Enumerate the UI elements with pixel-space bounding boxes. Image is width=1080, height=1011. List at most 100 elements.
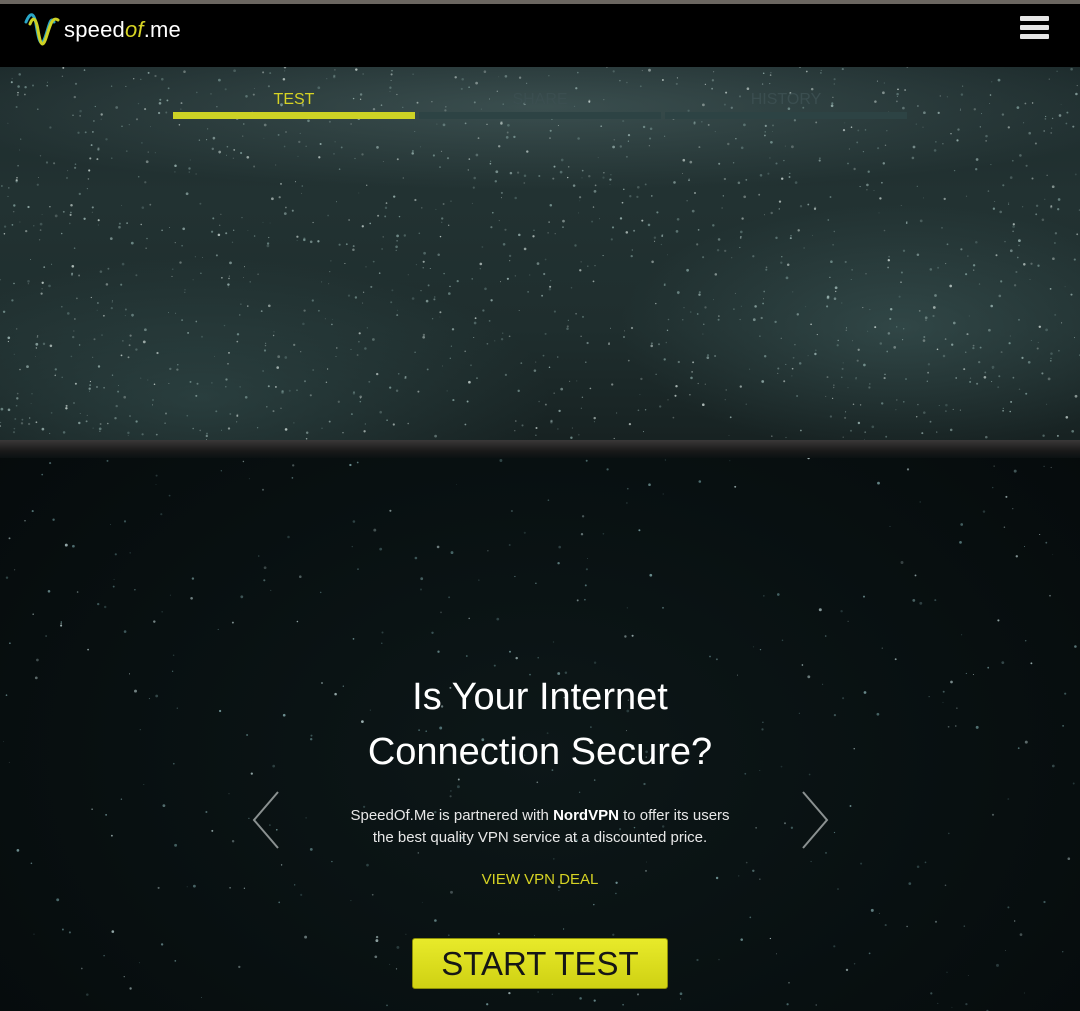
- speckle: [657, 343, 661, 346]
- speckle: [569, 380, 571, 382]
- speckle: [77, 131, 80, 134]
- speckle: [1050, 206, 1053, 209]
- speckle: [376, 372, 379, 376]
- speckle: [396, 314, 399, 317]
- speckle: [228, 352, 230, 354]
- speckle: [514, 196, 517, 200]
- speckle: [696, 243, 699, 246]
- speckle: [1037, 264, 1040, 267]
- speckle: [593, 416, 596, 420]
- speckle: [647, 223, 651, 227]
- speckle: [51, 263, 53, 265]
- speckle: [439, 316, 441, 318]
- speckle: [49, 432, 51, 434]
- speckle: [775, 162, 778, 165]
- speckle: [239, 314, 241, 316]
- speckle: [486, 342, 489, 345]
- speckle: [390, 73, 393, 76]
- speckle: [743, 123, 746, 127]
- speckle: [205, 810, 208, 814]
- speckle: [256, 427, 259, 429]
- speckle: [127, 434, 129, 436]
- speckle: [740, 230, 743, 234]
- speckle: [356, 354, 359, 356]
- speckle: [373, 528, 377, 532]
- speckle: [157, 886, 160, 889]
- speckle: [917, 403, 919, 406]
- speckle: [1007, 798, 1010, 800]
- speckle: [1070, 293, 1073, 296]
- speckle: [490, 226, 493, 229]
- speckle: [391, 70, 393, 72]
- speckle: [745, 403, 747, 405]
- speckle: [100, 113, 103, 116]
- speckle: [790, 234, 792, 237]
- speckle: [1013, 284, 1017, 287]
- chevron-right-icon[interactable]: [800, 790, 830, 850]
- speckle: [917, 105, 919, 107]
- speckle: [348, 219, 350, 221]
- speckle: [902, 249, 906, 252]
- speckle: [815, 1004, 817, 1006]
- chevron-left-icon[interactable]: [251, 790, 281, 850]
- speckle: [951, 343, 954, 346]
- speckle: [154, 74, 157, 78]
- speckle: [543, 272, 546, 276]
- view-vpn-deal-link[interactable]: VIEW VPN DEAL: [482, 871, 599, 888]
- speckle: [504, 75, 508, 78]
- speckle: [379, 547, 383, 551]
- speckle: [168, 382, 170, 384]
- speckle: [585, 361, 587, 364]
- speckle: [963, 368, 966, 371]
- speckle: [141, 142, 143, 144]
- speckle: [334, 141, 336, 143]
- speckle: [1003, 526, 1006, 529]
- speckle: [355, 68, 358, 71]
- speckle: [574, 244, 577, 247]
- speckle: [407, 422, 409, 425]
- speckle: [340, 146, 343, 149]
- speckle: [117, 390, 120, 393]
- speckle: [518, 76, 522, 79]
- speckle: [476, 377, 478, 379]
- speckle: [390, 301, 393, 304]
- speckle: [691, 371, 693, 373]
- speckle: [965, 672, 967, 674]
- speckle: [50, 412, 53, 414]
- speckle: [608, 343, 610, 345]
- speckle: [636, 185, 640, 189]
- tab-test[interactable]: TEST: [173, 88, 415, 120]
- speckle: [981, 113, 982, 115]
- speckle: [450, 345, 453, 347]
- speckle: [175, 312, 177, 314]
- speckle: [820, 69, 822, 72]
- tab-history[interactable]: HISTORY: [665, 88, 907, 120]
- speckle: [598, 218, 601, 220]
- hamburger-menu-icon[interactable]: [1018, 13, 1052, 43]
- speckle: [421, 207, 423, 209]
- site-logo[interactable]: speedof.me: [24, 10, 181, 50]
- speckle: [1062, 951, 1064, 953]
- speckle: [810, 323, 812, 326]
- start-test-button[interactable]: START TEST: [412, 938, 668, 989]
- speckle: [641, 219, 644, 222]
- speckle: [960, 108, 961, 110]
- speckle: [713, 71, 715, 73]
- speckle: [97, 365, 101, 368]
- speckle: [190, 596, 193, 600]
- speckle: [84, 131, 87, 134]
- speckle: [1037, 341, 1039, 344]
- speckle: [752, 318, 756, 322]
- speckle: [305, 145, 307, 147]
- speckle: [414, 556, 418, 560]
- tab-share[interactable]: SHARE: [419, 88, 661, 120]
- speckle: [925, 319, 927, 321]
- speckle: [135, 274, 138, 277]
- speckle: [29, 417, 31, 419]
- speckle: [1028, 131, 1031, 135]
- speckle: [498, 76, 500, 78]
- speckle: [350, 900, 352, 902]
- speckle: [277, 133, 280, 136]
- speckle: [303, 237, 306, 240]
- speckle: [544, 332, 547, 335]
